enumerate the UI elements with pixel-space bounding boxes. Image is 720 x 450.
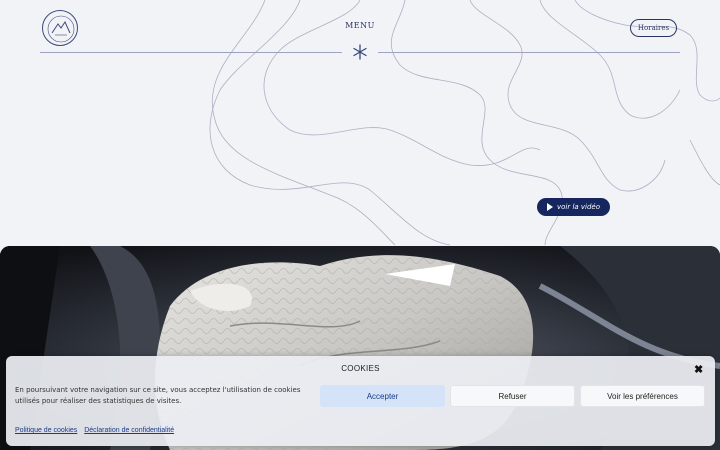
watch-video-label: voir la vidéo: [556, 203, 601, 211]
close-icon[interactable]: ✖: [694, 363, 703, 376]
logo-mountain-icon[interactable]: [42, 10, 78, 46]
cookie-banner-title: COOKIES: [341, 364, 380, 373]
cookie-policy-link[interactable]: Politique de cookies: [15, 427, 77, 434]
cookie-consent-banner: COOKIES ✖ En poursuivant votre navigatio…: [6, 356, 715, 446]
accept-cookies-button[interactable]: Accepter: [320, 385, 445, 407]
cookie-banner-text: En poursuivant votre navigation sur ce s…: [15, 386, 301, 405]
menu-button[interactable]: MENU: [340, 21, 380, 30]
header-divider-right: [378, 52, 680, 53]
cookie-preferences-button[interactable]: Voir les préférences: [580, 385, 705, 407]
privacy-statement-link[interactable]: Déclaration de confidentialité: [84, 427, 174, 434]
watch-video-button[interactable]: voir la vidéo: [537, 198, 610, 216]
hours-button[interactable]: Horaires: [630, 19, 677, 37]
site-header: MENU Horaires: [0, 0, 720, 70]
refuse-cookies-button[interactable]: Refuser: [450, 385, 575, 407]
play-icon: [546, 203, 553, 211]
header-divider-left: [40, 52, 342, 53]
asterisk-icon[interactable]: [351, 43, 369, 61]
cookie-policy-links: Politique de cookies Déclaration de conf…: [15, 427, 179, 434]
